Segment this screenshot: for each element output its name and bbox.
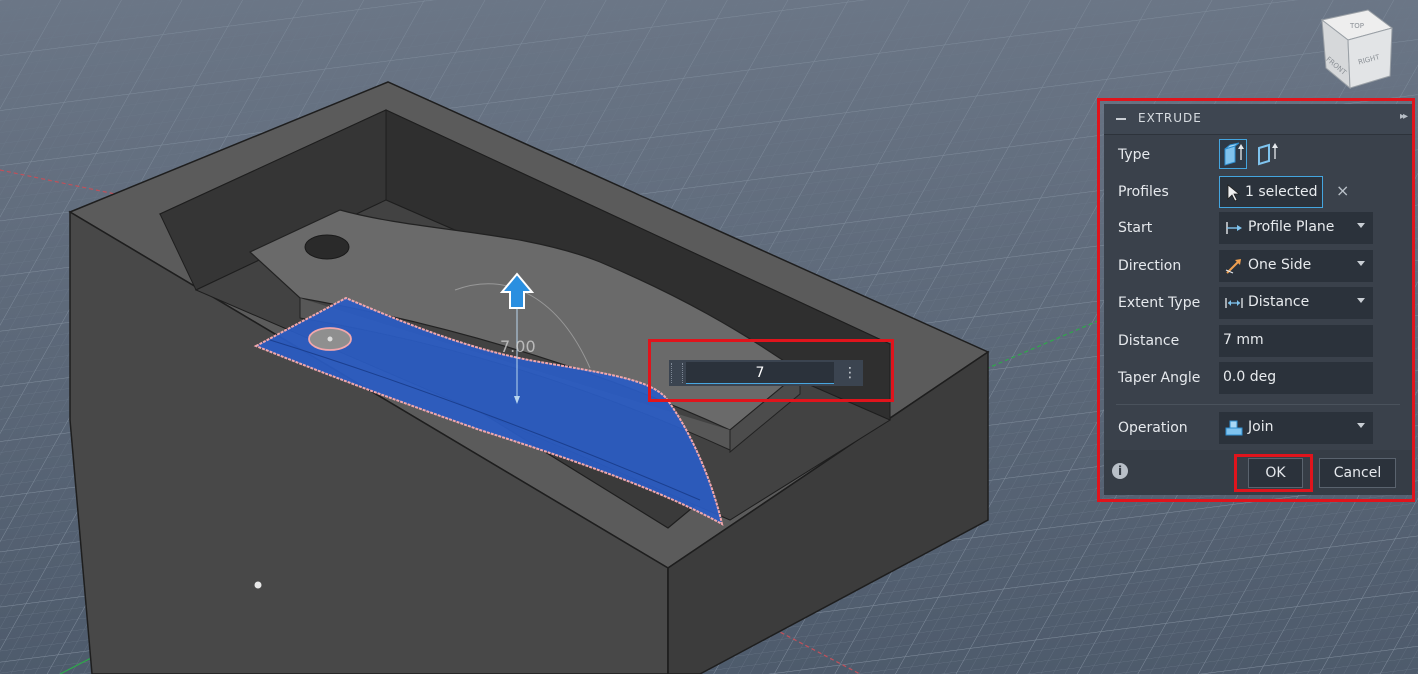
- profiles-selection-button[interactable]: 1 selected: [1219, 176, 1323, 208]
- taper-angle-value: 0.0 deg: [1223, 369, 1277, 385]
- solid-extrude-icon: [1224, 142, 1244, 166]
- row-operation: Operation Join: [1104, 412, 1412, 446]
- extent-type-dropdown[interactable]: Distance: [1219, 287, 1373, 319]
- extent-type-label: Extent Type: [1118, 295, 1201, 311]
- extent-type-value: Distance: [1248, 294, 1310, 310]
- thin-extrude-icon: [1258, 143, 1278, 166]
- info-icon[interactable]: i: [1112, 463, 1128, 479]
- cursor-arrow-icon: [1227, 184, 1241, 202]
- distance-icon: [1225, 298, 1243, 308]
- dialog-title: EXTRUDE: [1138, 111, 1202, 125]
- row-direction: Direction One Side: [1104, 250, 1412, 284]
- operation-value: Join: [1248, 419, 1274, 435]
- distance-input[interactable]: 7 mm: [1219, 325, 1373, 357]
- row-distance: Distance 7 mm: [1104, 325, 1412, 359]
- more-options-icon[interactable]: ⋮: [843, 364, 857, 382]
- start-value: Profile Plane: [1248, 219, 1335, 235]
- chevron-down-icon: [1357, 423, 1365, 428]
- direction-value: One Side: [1248, 257, 1312, 273]
- distance-label: Distance: [1118, 333, 1180, 349]
- profile-plane-icon: [1226, 222, 1242, 234]
- row-type: Type: [1104, 139, 1412, 173]
- taper-angle-input[interactable]: 0.0 deg: [1219, 362, 1373, 394]
- collapse-icon[interactable]: [1116, 118, 1126, 120]
- direction-label: Direction: [1118, 258, 1182, 274]
- operation-label: Operation: [1118, 420, 1188, 436]
- origin-point: [254, 581, 262, 589]
- row-profiles: Profiles 1 selected ×: [1104, 176, 1412, 210]
- ok-button[interactable]: OK: [1248, 458, 1303, 488]
- profiles-selected-count: 1 selected: [1245, 184, 1318, 200]
- row-start: Start Profile Plane: [1104, 212, 1412, 246]
- one-side-icon: [1225, 259, 1241, 274]
- distance-value: 7 mm: [1223, 332, 1264, 348]
- direction-dropdown[interactable]: One Side: [1219, 250, 1373, 282]
- join-icon: [1225, 420, 1243, 436]
- type-solid-button[interactable]: [1219, 139, 1247, 169]
- row-extent-type: Extent Type Distance: [1104, 287, 1412, 321]
- type-label: Type: [1118, 147, 1151, 163]
- cancel-button[interactable]: Cancel: [1319, 458, 1396, 488]
- handle-pin-hole[interactable]: [304, 234, 350, 260]
- chevron-down-icon: [1357, 298, 1365, 303]
- extrude-dialog: EXTRUDE ▸▸ Type Profiles 1 selected × St…: [1104, 104, 1412, 495]
- start-label: Start: [1118, 220, 1153, 236]
- expand-panel-icon[interactable]: ▸▸: [1400, 111, 1408, 122]
- row-taper-angle: Taper Angle 0.0 deg: [1104, 362, 1412, 396]
- start-dropdown[interactable]: Profile Plane: [1219, 212, 1373, 244]
- inline-distance-input-box[interactable]: ⋮: [669, 360, 863, 386]
- divider: [1116, 404, 1400, 405]
- chevron-down-icon: [1357, 223, 1365, 228]
- dimension-label: 7.00: [500, 337, 536, 356]
- drag-grip-icon[interactable]: [671, 363, 683, 383]
- dialog-footer: i OK Cancel: [1104, 450, 1412, 495]
- viewcube-top-label: TOP: [1349, 22, 1364, 30]
- type-thin-button[interactable]: [1254, 139, 1282, 169]
- profiles-label: Profiles: [1118, 184, 1169, 200]
- operation-dropdown[interactable]: Join: [1219, 412, 1373, 444]
- chevron-down-icon: [1357, 261, 1365, 266]
- taper-angle-label: Taper Angle: [1118, 370, 1201, 386]
- clear-selection-icon[interactable]: ×: [1336, 181, 1349, 200]
- inline-distance-input[interactable]: [686, 362, 834, 384]
- dialog-header: EXTRUDE ▸▸: [1104, 104, 1412, 135]
